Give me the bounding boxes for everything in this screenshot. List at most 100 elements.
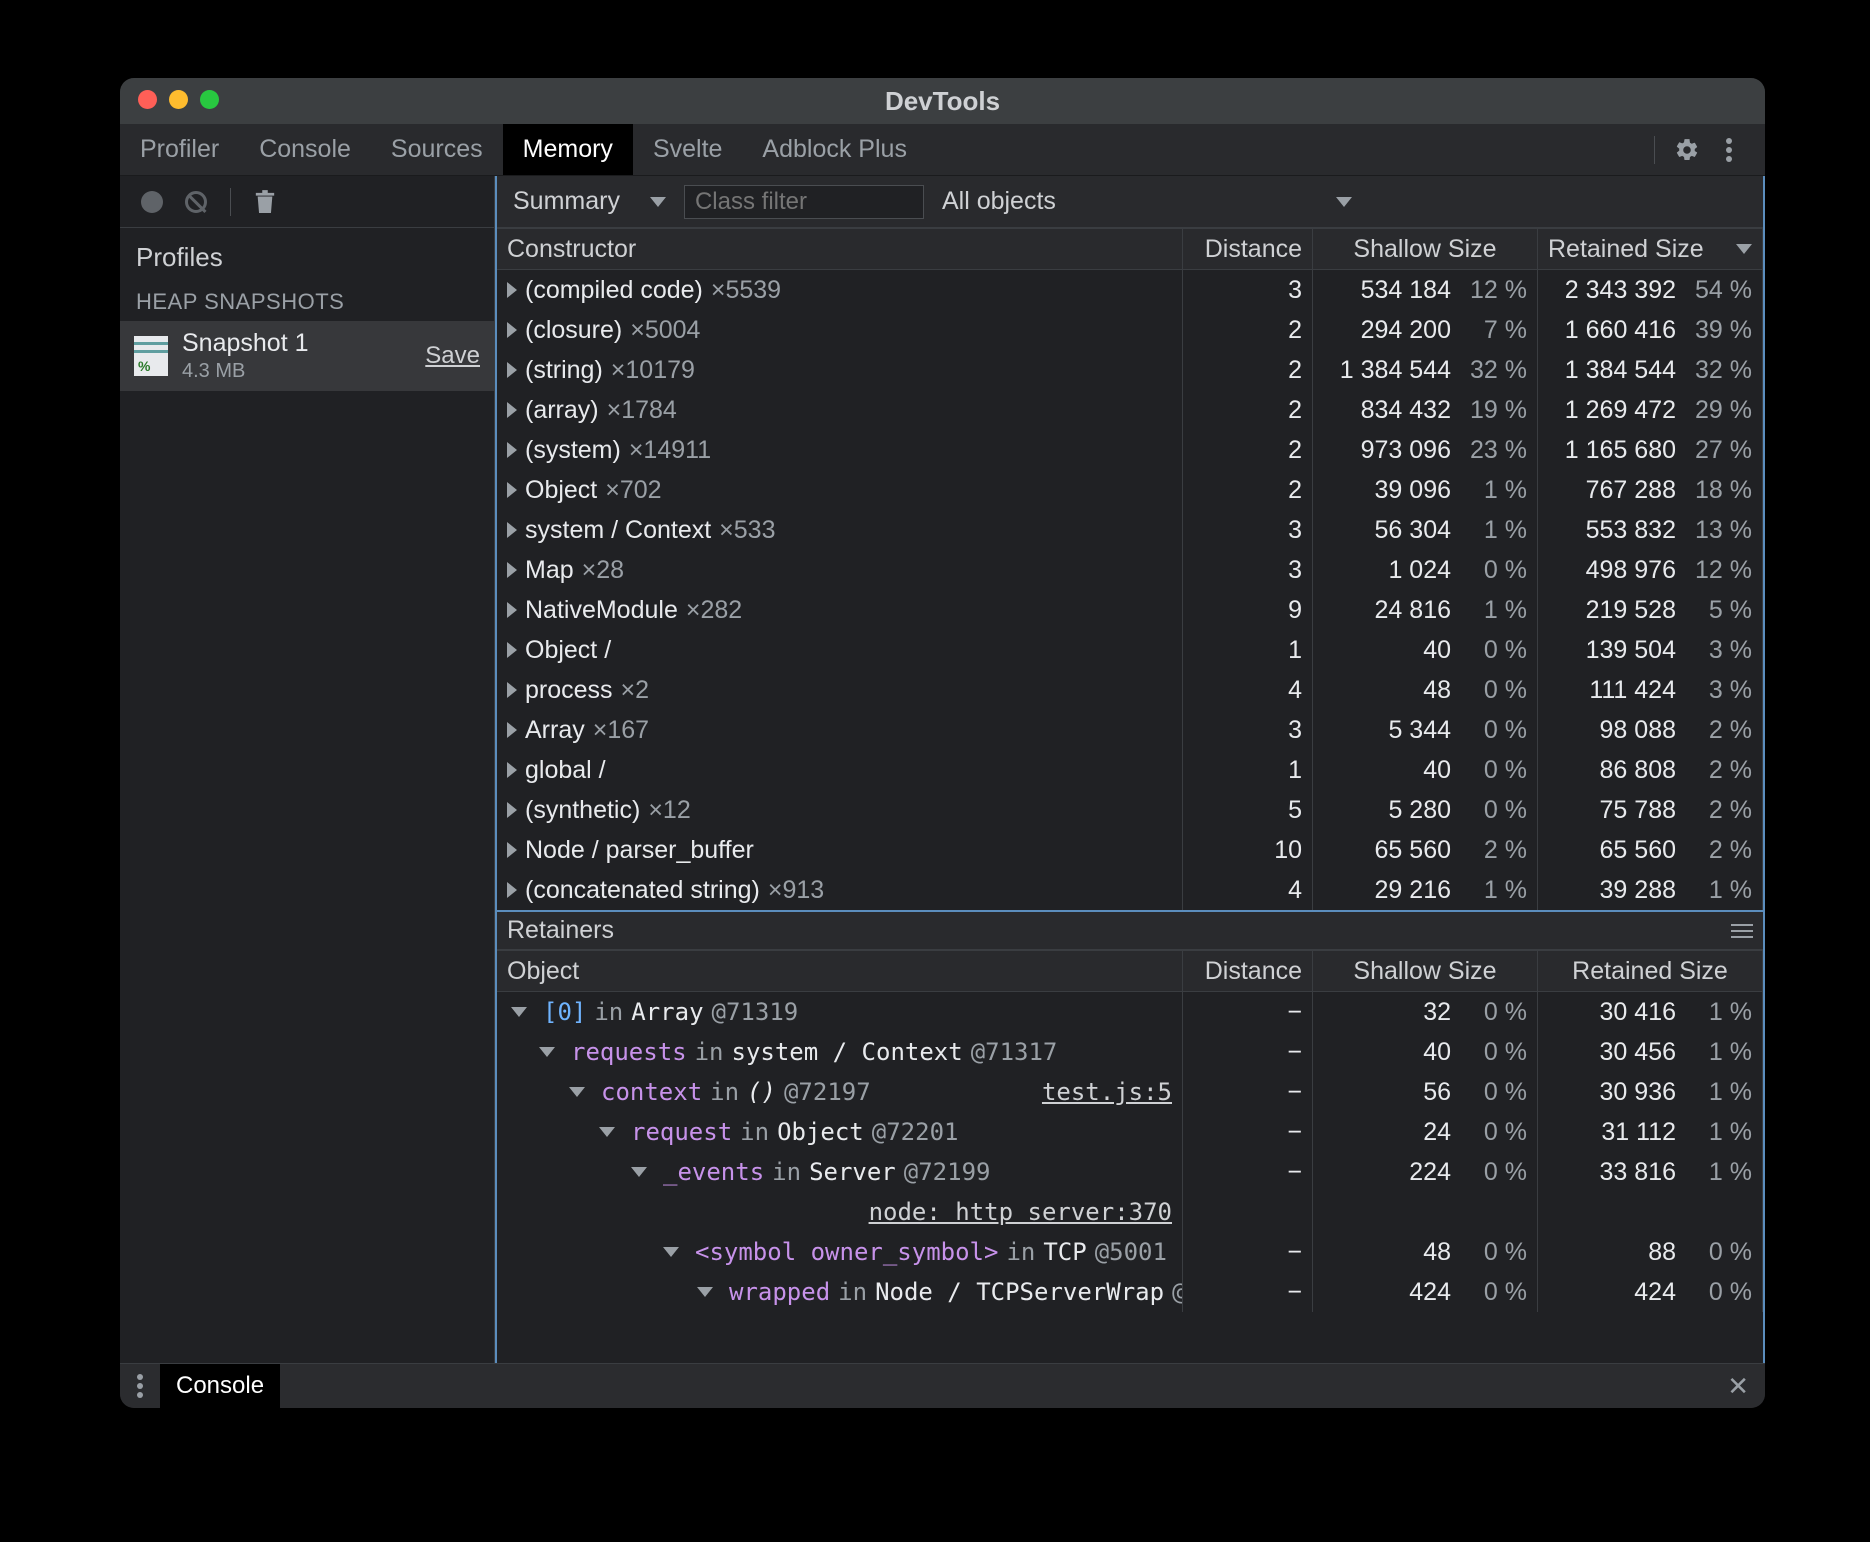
- retainer-row[interactable]: <symbol owner_symbol> in TCP @5001−480 %…: [497, 1232, 1763, 1272]
- shallow-cell: 480 %: [1313, 670, 1538, 710]
- col-shallow[interactable]: Shallow Size: [1313, 229, 1538, 269]
- expand-icon[interactable]: [507, 722, 517, 738]
- constructor-row[interactable]: (concatenated string) ×913429 2161 %39 2…: [497, 870, 1763, 910]
- col-ret-distance[interactable]: Distance: [1183, 951, 1313, 991]
- constructor-row[interactable]: (closure) ×50042294 2007 %1 660 41639 %: [497, 310, 1763, 350]
- expand-icon[interactable]: [507, 562, 517, 578]
- distance-cell: 2: [1183, 470, 1313, 510]
- retained-cell: 4240 %: [1538, 1272, 1763, 1312]
- col-retained[interactable]: Retained Size: [1538, 229, 1763, 269]
- tab-console[interactable]: Console: [239, 124, 371, 175]
- expand-icon[interactable]: [599, 1127, 615, 1137]
- view-dropdown[interactable]: Summary: [507, 187, 672, 216]
- constructor-row[interactable]: process ×24480 %111 4243 %: [497, 670, 1763, 710]
- expand-icon[interactable]: [569, 1087, 585, 1097]
- expand-icon[interactable]: [511, 1007, 527, 1017]
- clear-icon[interactable]: [178, 184, 214, 220]
- retainer-row[interactable]: request in Object @72201−240 %31 1121 %: [497, 1112, 1763, 1152]
- tab-profiler[interactable]: Profiler: [120, 124, 239, 175]
- expand-icon[interactable]: [507, 602, 517, 618]
- retainer-row[interactable]: _events in Server @72199−2240 %33 8161 %: [497, 1152, 1763, 1192]
- tab-adblock-plus[interactable]: Adblock Plus: [742, 124, 927, 175]
- expand-icon[interactable]: [507, 482, 517, 498]
- object-cell: request in Object @72201: [497, 1112, 1183, 1152]
- constructor-row[interactable]: (array) ×17842834 43219 %1 269 47229 %: [497, 390, 1763, 430]
- retained-cell: 1 165 68027 %: [1538, 430, 1763, 470]
- constructor-row[interactable]: system / Context ×533356 3041 %553 83213…: [497, 510, 1763, 550]
- expand-icon[interactable]: [507, 802, 517, 818]
- source-link[interactable]: test.js:5: [1042, 1078, 1172, 1106]
- retainer-row[interactable]: requests in system / Context @71317−400 …: [497, 1032, 1763, 1072]
- shallow-cell: 320 %: [1313, 992, 1538, 1032]
- constructor-cell: (concatenated string) ×913: [497, 870, 1183, 910]
- minimize-window-icon[interactable]: [169, 90, 188, 109]
- expand-icon[interactable]: [697, 1287, 713, 1297]
- constructor-cell: (string) ×10179: [497, 350, 1183, 390]
- retained-cell: 111 4243 %: [1538, 670, 1763, 710]
- constructor-row[interactable]: Array ×16735 3440 %98 0882 %: [497, 710, 1763, 750]
- expand-icon[interactable]: [507, 522, 517, 538]
- kebab-icon[interactable]: [120, 1374, 160, 1398]
- expand-icon[interactable]: [663, 1247, 679, 1257]
- retainer-row[interactable]: node: http server:370: [497, 1192, 1763, 1232]
- tab-sources[interactable]: Sources: [371, 124, 503, 175]
- expand-icon[interactable]: [507, 762, 517, 778]
- expand-icon[interactable]: [507, 282, 517, 298]
- sidebar-toolbar: [120, 176, 494, 228]
- constructor-row[interactable]: Node / parser_buffer1065 5602 %65 5602 %: [497, 830, 1763, 870]
- retainer-row[interactable]: context in () @72197test.js:5−560 %30 93…: [497, 1072, 1763, 1112]
- class-filter-input[interactable]: [684, 185, 924, 219]
- expand-icon[interactable]: [631, 1167, 647, 1177]
- drawer-tab-console[interactable]: Console: [160, 1364, 280, 1409]
- constructor-row[interactable]: global /1400 %86 8082 %: [497, 750, 1763, 790]
- constructor-row[interactable]: Map ×2831 0240 %498 97612 %: [497, 550, 1763, 590]
- scope-dropdown[interactable]: All objects: [936, 187, 1358, 216]
- shallow-cell: 24 8161 %: [1313, 590, 1538, 630]
- col-distance[interactable]: Distance: [1183, 229, 1313, 269]
- source-link[interactable]: node: http server:370: [869, 1198, 1172, 1226]
- object-cell: _events in Server @72199: [497, 1152, 1183, 1192]
- snapshot-save-link[interactable]: Save: [425, 342, 480, 370]
- shallow-cell: 29 2161 %: [1313, 870, 1538, 910]
- zoom-window-icon[interactable]: [200, 90, 219, 109]
- close-icon[interactable]: ✕: [1711, 1371, 1765, 1402]
- separator: [1654, 136, 1655, 164]
- expand-icon[interactable]: [507, 322, 517, 338]
- expand-icon[interactable]: [507, 842, 517, 858]
- constructor-row[interactable]: (string) ×1017921 384 54432 %1 384 54432…: [497, 350, 1763, 390]
- col-constructor[interactable]: Constructor: [497, 229, 1183, 269]
- col-ret-shallow[interactable]: Shallow Size: [1313, 951, 1538, 991]
- view-label: Summary: [513, 187, 620, 216]
- record-icon[interactable]: [134, 184, 170, 220]
- gear-icon[interactable]: [1669, 132, 1705, 168]
- constructor-row[interactable]: Object /1400 %139 5043 %: [497, 630, 1763, 670]
- col-ret-retained[interactable]: Retained Size: [1538, 951, 1763, 991]
- col-object[interactable]: Object: [497, 951, 1183, 991]
- constructor-row[interactable]: (compiled code) ×55393534 18412 %2 343 3…: [497, 270, 1763, 310]
- memory-panel: Summary All objects Constructor Distance…: [495, 176, 1765, 1363]
- constructor-cell: (array) ×1784: [497, 390, 1183, 430]
- expand-icon[interactable]: [507, 882, 517, 898]
- retained-cell: 2 343 39254 %: [1538, 270, 1763, 310]
- expand-icon[interactable]: [507, 362, 517, 378]
- tab-svelte[interactable]: Svelte: [633, 124, 742, 175]
- trash-icon[interactable]: [247, 184, 283, 220]
- snapshot-item[interactable]: % Snapshot 1 4.3 MB Save: [120, 321, 494, 391]
- close-window-icon[interactable]: [138, 90, 157, 109]
- titlebar: DevTools: [120, 78, 1765, 124]
- retainer-row[interactable]: [0] in Array @71319−320 %30 4161 %: [497, 992, 1763, 1032]
- constructor-row[interactable]: Object ×702239 0961 %767 28818 %: [497, 470, 1763, 510]
- kebab-icon[interactable]: [1711, 132, 1747, 168]
- retainers-menu-icon[interactable]: [1731, 923, 1753, 939]
- expand-icon[interactable]: [539, 1047, 555, 1057]
- constructor-row[interactable]: (system) ×149112973 09623 %1 165 68027 %: [497, 430, 1763, 470]
- expand-icon[interactable]: [507, 642, 517, 658]
- tab-memory[interactable]: Memory: [503, 124, 633, 175]
- constructor-row[interactable]: NativeModule ×282924 8161 %219 5285 %: [497, 590, 1763, 630]
- expand-icon[interactable]: [507, 402, 517, 418]
- constructor-row[interactable]: (synthetic) ×1255 2800 %75 7882 %: [497, 790, 1763, 830]
- retainer-row[interactable]: wrapped in Node / TCPServerWrap @5−4240 …: [497, 1272, 1763, 1312]
- expand-icon[interactable]: [507, 442, 517, 458]
- expand-icon[interactable]: [507, 682, 517, 698]
- object-cell: [0] in Array @71319: [497, 992, 1183, 1032]
